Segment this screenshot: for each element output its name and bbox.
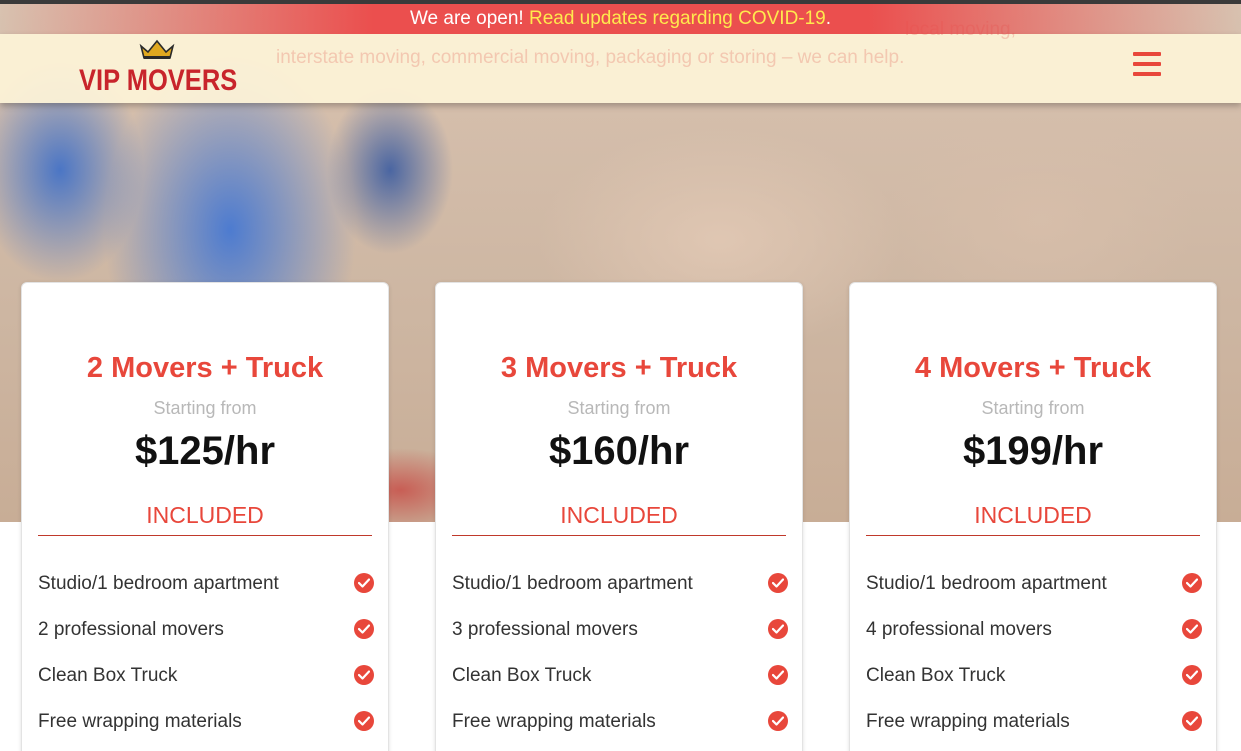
feature-label: Studio/1 bedroom apartment bbox=[38, 573, 279, 594]
check-circle-icon bbox=[354, 619, 374, 639]
feature-label: Free wrapping materials bbox=[38, 711, 242, 732]
feature-label: 4 professional movers bbox=[866, 619, 1052, 640]
included-heading: INCLUDED bbox=[146, 502, 264, 528]
plan-price: $125/hr bbox=[134, 429, 276, 473]
check-circle-icon bbox=[1182, 665, 1202, 685]
pricing-card: 3 Movers + Truck Starting from $160/hr INCL… bbox=[435, 282, 803, 751]
feature-label: Studio/1 bedroom apartment bbox=[866, 573, 1107, 594]
feature-item: 2 professional movers bbox=[38, 616, 374, 662]
covid-banner: We are open! Read updates regarding COVI… bbox=[0, 4, 1241, 34]
feature-item: Studio/1 bedroom apartment bbox=[866, 570, 1202, 616]
feature-label: Studio/1 bedroom apartment bbox=[452, 573, 693, 594]
check-circle-icon bbox=[1182, 711, 1202, 731]
divider bbox=[866, 535, 1200, 536]
feature-label: Clean Box Truck bbox=[38, 665, 178, 686]
feature-item: Studio/1 bedroom apartment bbox=[452, 570, 788, 616]
plan-title: 3 Movers + Truck bbox=[500, 352, 738, 384]
banner-text: We are open! bbox=[409, 8, 529, 29]
feature-list: Studio/1 bedroom apartment 4 professional… bbox=[866, 570, 1202, 751]
feature-item: Free wrapping materials bbox=[38, 708, 374, 751]
divider bbox=[452, 535, 786, 536]
feature-label: Free wrapping materials bbox=[866, 711, 1070, 732]
feature-list: Studio/1 bedroom apartment 2 professional… bbox=[38, 570, 374, 751]
feature-item: 4 professional movers bbox=[866, 616, 1202, 662]
plan-title: 4 Movers + Truck bbox=[914, 352, 1152, 384]
feature-item: Clean Box Truck bbox=[866, 662, 1202, 708]
check-circle-icon bbox=[354, 665, 374, 685]
check-circle-icon bbox=[768, 573, 788, 593]
banner-suffix: . bbox=[825, 8, 832, 29]
covid-updates-link[interactable]: Read updates regarding COVID-19 bbox=[529, 8, 826, 29]
crown-icon bbox=[139, 39, 175, 59]
feature-item: Free wrapping materials bbox=[452, 708, 788, 751]
feature-label: 2 professional movers bbox=[38, 619, 224, 640]
plan-title: 2 Movers + Truck bbox=[86, 352, 324, 384]
feature-label: Clean Box Truck bbox=[452, 665, 592, 686]
starting-from-label: Starting from bbox=[567, 398, 671, 418]
feature-label: 3 professional movers bbox=[452, 619, 638, 640]
hero-text-line2: interstate moving, commercial moving, pa… bbox=[276, 47, 905, 68]
pricing-card: 4 Movers + Truck Starting from $199/hr INCL… bbox=[849, 282, 1217, 751]
check-circle-icon bbox=[1182, 619, 1202, 639]
check-circle-icon bbox=[768, 619, 788, 639]
starting-from-label: Starting from bbox=[981, 398, 1085, 418]
feature-item: Free wrapping materials bbox=[866, 708, 1202, 751]
pricing-card: 2 Movers + Truck Starting from $125/hr INCL… bbox=[21, 282, 389, 751]
feature-label: Free wrapping materials bbox=[452, 711, 656, 732]
plan-price: $199/hr bbox=[962, 429, 1104, 473]
check-circle-icon bbox=[354, 573, 374, 593]
check-circle-icon bbox=[354, 711, 374, 731]
hamburger-menu-icon[interactable] bbox=[1133, 52, 1161, 76]
check-circle-icon bbox=[1182, 573, 1202, 593]
feature-list: Studio/1 bedroom apartment 3 professional… bbox=[452, 570, 788, 751]
feature-item: Clean Box Truck bbox=[452, 662, 788, 708]
divider bbox=[38, 535, 372, 536]
included-heading: INCLUDED bbox=[974, 502, 1092, 528]
included-heading: INCLUDED bbox=[560, 502, 678, 528]
feature-label: Clean Box Truck bbox=[866, 665, 1006, 686]
logo-wordmark: VIP MOVERS bbox=[79, 64, 238, 97]
feature-item: Clean Box Truck bbox=[38, 662, 374, 708]
starting-from-label: Starting from bbox=[153, 398, 257, 418]
feature-item: 3 professional movers bbox=[452, 616, 788, 662]
feature-item: Studio/1 bedroom apartment bbox=[38, 570, 374, 616]
plan-price: $160/hr bbox=[548, 429, 690, 473]
check-circle-icon bbox=[768, 711, 788, 731]
vip-movers-logo[interactable]: VIP MOVERS bbox=[79, 38, 239, 98]
check-circle-icon bbox=[768, 665, 788, 685]
